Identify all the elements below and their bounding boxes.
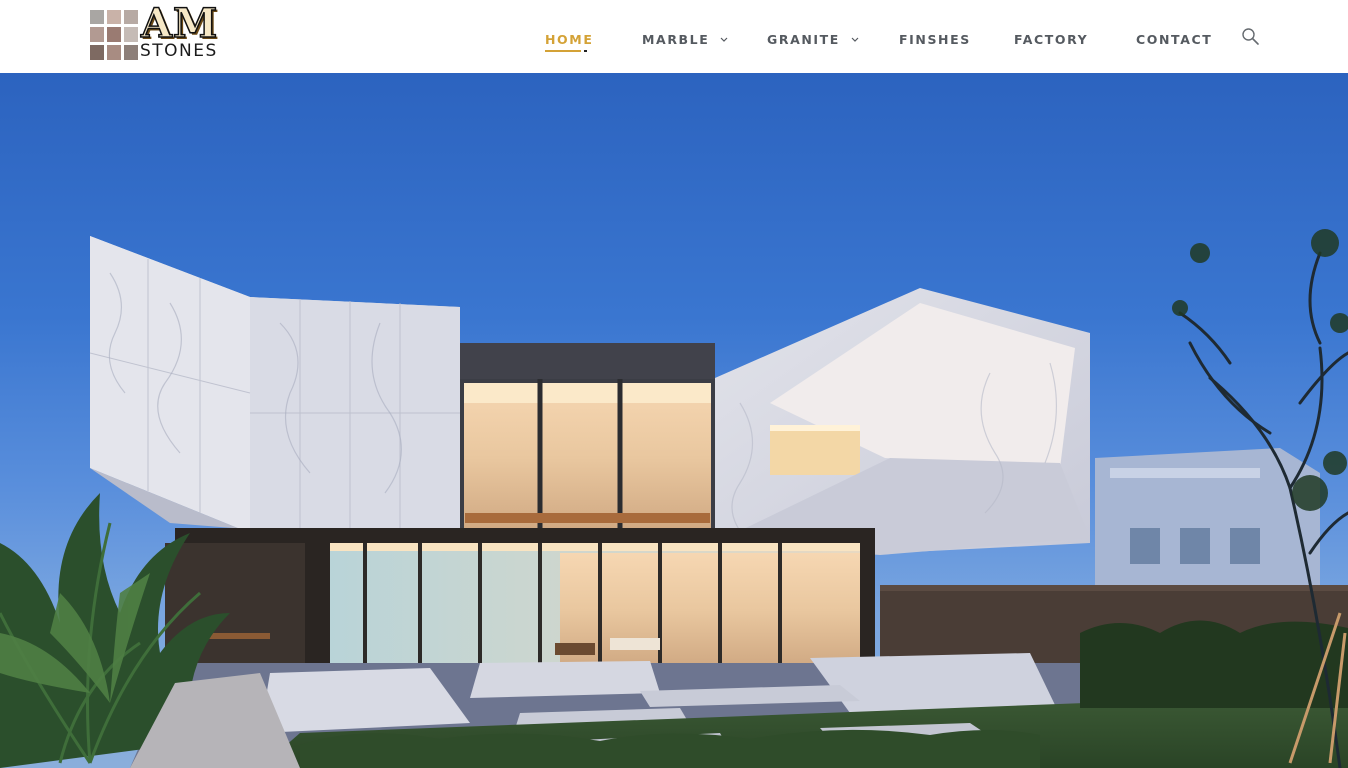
search-button[interactable] — [1241, 27, 1261, 47]
nav-granite[interactable]: GRANITE — [767, 31, 859, 49]
main-navigation: HOME MARBLE GRANITE FINSHES FACTORY CONT… — [0, 0, 1348, 73]
nav-contact[interactable]: CONTACT — [1136, 31, 1212, 49]
nav-contact-label: CONTACT — [1136, 32, 1213, 47]
site-header: AM STONES HOME MARBLE GRANITE FINSHES FA… — [0, 0, 1348, 73]
nav-home[interactable]: HOME — [545, 31, 593, 49]
hero-house-illustration — [0, 229, 1348, 768]
active-indicator-tick — [584, 50, 587, 52]
nav-finshes-label: FINSHES — [899, 32, 971, 47]
nav-marble-label: MARBLE — [642, 32, 710, 47]
active-indicator — [545, 50, 581, 52]
nav-factory[interactable]: FACTORY — [1014, 31, 1088, 49]
nav-granite-label: GRANITE — [767, 32, 840, 47]
nav-home-label: HOME — [545, 32, 594, 47]
chevron-down-icon — [720, 37, 728, 42]
nav-marble[interactable]: MARBLE — [642, 31, 728, 49]
hero-banner-image — [0, 73, 1348, 768]
nav-finshes[interactable]: FINSHES — [899, 31, 971, 49]
chevron-down-icon — [851, 37, 859, 42]
nav-factory-label: FACTORY — [1014, 32, 1089, 47]
search-icon — [1242, 28, 1259, 45]
